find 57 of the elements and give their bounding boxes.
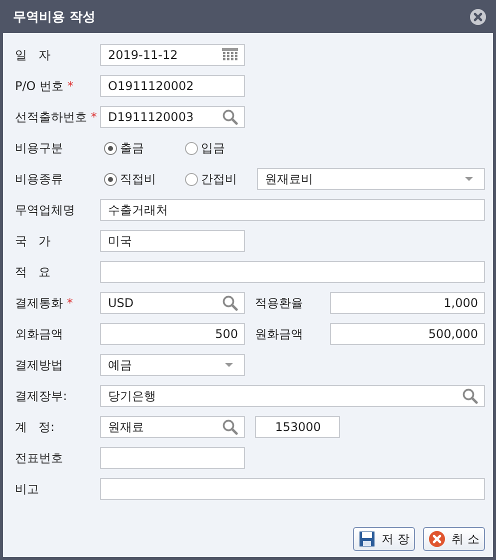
input-field[interactable]: 원재료 <box>100 416 245 438</box>
input-field[interactable] <box>100 447 245 469</box>
input-field[interactable]: O1911120002 <box>100 75 245 97</box>
field-label: 적 요 <box>15 264 52 280</box>
input-field[interactable]: 수출거래처 <box>100 199 485 221</box>
radio-circle[interactable] <box>104 172 117 186</box>
input-field[interactable]: 153000 <box>255 416 340 438</box>
dropdown-arrow-icon[interactable] <box>464 176 474 182</box>
field-label: 적용환율 <box>254 294 304 312</box>
radio-circle[interactable] <box>185 172 198 186</box>
radio-button[interactable]: 출금 <box>100 140 181 156</box>
search-icon[interactable] <box>222 109 238 125</box>
field-label: 전표번호 <box>15 450 64 466</box>
search-icon[interactable] <box>222 295 238 311</box>
input-field[interactable]: 500,000 <box>330 323 485 345</box>
radio-button[interactable]: 입금 <box>181 140 262 156</box>
input-field[interactable]: 당기은행 <box>100 385 485 407</box>
field-label: 계 정: <box>15 418 56 436</box>
dialog-title: 무역비용 작성 <box>13 8 96 26</box>
dropdown[interactable]: 원재료비 <box>257 168 485 190</box>
field-label: 선적출하번호 * <box>15 108 98 126</box>
cancel-button[interactable]: 취 소 <box>423 527 485 551</box>
save-button[interactable]: 저 장 <box>353 527 415 551</box>
search-icon[interactable] <box>462 388 478 404</box>
field-label: P/O 번호 * <box>15 78 74 94</box>
field-label: 원화금액 <box>254 326 304 342</box>
field-label: 비고 <box>15 480 40 498</box>
input-field[interactable] <box>100 261 485 283</box>
cancel-icon <box>428 531 445 547</box>
search-icon[interactable] <box>222 419 238 435</box>
field-label: 결제방법 <box>15 356 64 374</box>
field-label: 무역업체명 <box>15 202 76 218</box>
radio-label: 간접비 <box>201 170 237 188</box>
radio-label: 직접비 <box>120 170 156 188</box>
field-label: 결제통화 * <box>15 294 74 312</box>
calendar-icon[interactable] <box>222 48 238 62</box>
radio-label: 출금 <box>120 140 144 156</box>
field-label: 결제장부: <box>15 388 68 404</box>
input-field[interactable]: D1911120003 <box>100 106 245 128</box>
field-label: 비용종류 <box>15 170 64 188</box>
dropdown-arrow-icon[interactable] <box>224 362 234 368</box>
radio-label: 입금 <box>201 140 225 156</box>
radio-circle[interactable] <box>104 142 117 154</box>
field-label: 외화금액 <box>15 326 64 342</box>
close-icon[interactable] <box>470 8 486 24</box>
field-label: 국 가 <box>15 232 52 250</box>
radio-button[interactable]: 직접비 <box>100 170 181 188</box>
input-field[interactable] <box>100 478 485 500</box>
input-field[interactable]: 1,000 <box>330 292 485 314</box>
date-field[interactable]: 2019-11-12 <box>100 44 245 66</box>
dropdown[interactable]: 예금 <box>100 354 245 376</box>
input-field[interactable]: USD <box>100 292 245 314</box>
field-label: 일 자 <box>15 46 52 64</box>
input-field[interactable]: 500 <box>100 323 245 345</box>
field-label: 비용구분 <box>15 140 64 156</box>
radio-circle[interactable] <box>185 142 198 154</box>
input-field[interactable]: 미국 <box>100 230 245 252</box>
